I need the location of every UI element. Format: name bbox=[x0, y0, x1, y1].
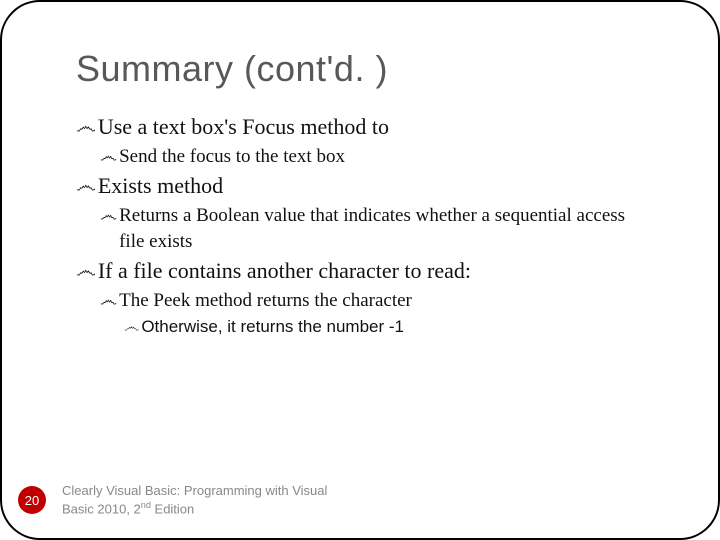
footer-line2-prefix: Basic 2010, 2 bbox=[62, 501, 141, 516]
footer-ordinal-sup: nd bbox=[141, 500, 151, 510]
bullet-item: ෴ Returns a Boolean value that indicates… bbox=[100, 203, 654, 254]
bullet-text: Use a text box's Focus method to bbox=[98, 112, 654, 142]
bullet-text: Returns a Boolean value that indicates w… bbox=[119, 203, 654, 254]
bullet-glyph-icon: ෴ bbox=[100, 144, 117, 170]
bullet-item: ෴ Send the focus to the text box bbox=[100, 144, 654, 170]
bullet-item: ෴ If a file contains another character t… bbox=[76, 256, 654, 286]
bullet-glyph-icon: ෴ bbox=[76, 112, 96, 142]
slide-frame: Summary (cont'd. ) ෴ Use a text box's Fo… bbox=[0, 0, 720, 540]
slide-title: Summary (cont'd. ) bbox=[76, 48, 654, 90]
bullet-glyph-icon: ෴ bbox=[76, 256, 96, 286]
bullet-glyph-icon: ෴ bbox=[100, 288, 117, 314]
bullet-glyph-icon: ෴ bbox=[124, 316, 139, 339]
bullet-text: Otherwise, it returns the number -1 bbox=[141, 316, 654, 339]
bullet-text: If a file contains another character to … bbox=[98, 256, 654, 286]
bullet-text: The Peek method returns the character bbox=[119, 288, 654, 314]
bullet-item: ෴ The Peek method returns the character bbox=[100, 288, 654, 314]
bullet-glyph-icon: ෴ bbox=[76, 171, 96, 201]
bullet-text: Exists method bbox=[98, 171, 654, 201]
page-number-badge: 20 bbox=[18, 486, 46, 514]
footer-line2-suffix: Edition bbox=[151, 501, 194, 516]
bullet-item: ෴ Use a text box's Focus method to bbox=[76, 112, 654, 142]
bullet-item: ෴ Exists method bbox=[76, 171, 654, 201]
footer-line1: Clearly Visual Basic: Programming with V… bbox=[62, 483, 327, 498]
slide-body: ෴ Use a text box's Focus method to ෴ Sen… bbox=[76, 112, 654, 339]
page-number: 20 bbox=[25, 493, 39, 508]
bullet-glyph-icon: ෴ bbox=[100, 203, 117, 254]
footer-text: Clearly Visual Basic: Programming with V… bbox=[62, 483, 362, 518]
bullet-item: ෴ Otherwise, it returns the number -1 bbox=[124, 316, 654, 339]
bullet-text: Send the focus to the text box bbox=[119, 144, 654, 170]
